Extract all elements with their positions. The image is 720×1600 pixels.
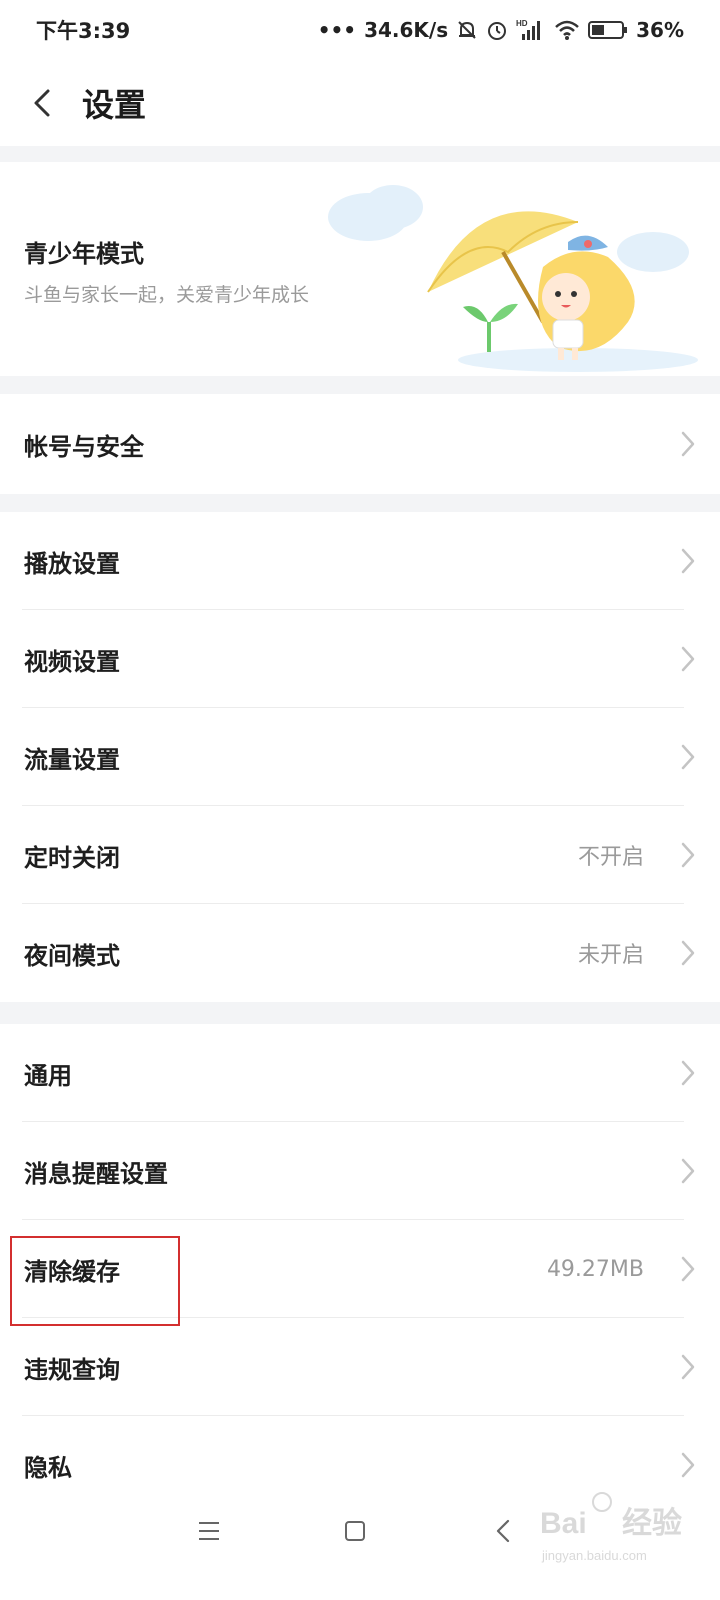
chevron-right-icon	[681, 744, 695, 770]
chevron-right-icon	[681, 842, 695, 868]
home-square-icon[interactable]	[330, 1506, 380, 1556]
row-label: 帐号与安全	[24, 432, 144, 461]
row-label: 违规查询	[24, 1355, 120, 1384]
bell-muted-icon	[456, 19, 478, 41]
page-title: 设置	[82, 86, 147, 124]
settings-row-night-mode[interactable]: 夜间模式 未开启	[0, 904, 720, 1002]
settings-row-violation-query[interactable]: 违规查询	[0, 1318, 720, 1416]
baidu-watermark: Bai 经验 jingyan.baidu.com	[540, 1492, 682, 1563]
highlight-box	[10, 1236, 180, 1326]
row-label: 夜间模式	[24, 941, 120, 970]
account-group: 帐号与安全	[0, 394, 720, 494]
back-arrow-icon[interactable]	[12, 73, 72, 133]
chevron-right-icon	[681, 1452, 695, 1478]
settings-row-general[interactable]: 通用	[0, 1024, 720, 1122]
youth-mode-subtitle: 斗鱼与家长一起，关爱青少年成长	[24, 284, 310, 306]
menu-icon[interactable]	[184, 1506, 234, 1556]
wifi-icon	[554, 19, 580, 41]
row-label: 播放设置	[24, 549, 120, 578]
network-speed: 34.6K/s	[364, 18, 449, 42]
chevron-right-icon	[681, 431, 695, 457]
youth-mode-title: 青少年模式	[24, 240, 144, 268]
row-label: 消息提醒设置	[24, 1159, 168, 1188]
battery-percent: 36%	[636, 18, 684, 42]
more-dots-icon: •••	[317, 18, 357, 42]
status-bar: 下午3:39 ••• 34.6K/s HD 36%	[0, 0, 720, 60]
playback-group: 播放设置 视频设置 流量设置 定时关闭 不开启 夜间模式 未开启	[0, 512, 720, 1002]
chevron-right-icon	[681, 646, 695, 672]
paw-icon	[592, 1492, 612, 1512]
row-label: 流量设置	[24, 745, 120, 774]
signal-icon: HD	[516, 18, 546, 42]
row-label: 通用	[24, 1061, 72, 1090]
settings-row-sleep-timer[interactable]: 定时关闭 不开启	[0, 806, 720, 904]
settings-row-data-usage[interactable]: 流量设置	[0, 708, 720, 806]
settings-row-playback[interactable]: 播放设置	[0, 512, 720, 610]
watermark-url: jingyan.baidu.com	[541, 1548, 647, 1563]
chevron-right-icon	[681, 940, 695, 966]
status-time: 下午3:39	[36, 19, 131, 43]
chevron-right-icon	[681, 1060, 695, 1086]
chevron-right-icon	[681, 1256, 695, 1282]
settings-row-notifications[interactable]: 消息提醒设置	[0, 1122, 720, 1220]
row-label: 定时关闭	[24, 843, 120, 872]
back-triangle-icon[interactable]	[478, 1506, 528, 1556]
chevron-right-icon	[681, 1158, 695, 1184]
row-label: 隐私	[24, 1453, 72, 1482]
umbrella-girl-illustration	[328, 185, 698, 372]
chevron-right-icon	[681, 1354, 695, 1380]
header-bar: 设置	[0, 60, 720, 146]
row-label: 视频设置	[24, 647, 120, 676]
status-icons: ••• 34.6K/s HD 36%	[318, 18, 684, 42]
row-value: 不开启	[577, 845, 644, 870]
watermark-brand2: 经验	[622, 1506, 682, 1540]
alarm-icon	[486, 19, 508, 41]
row-value: 未开启	[577, 943, 644, 968]
settings-row-privacy[interactable]: 隐私	[0, 1416, 720, 1486]
settings-row-account-security[interactable]: 帐号与安全	[0, 394, 720, 494]
signal-hd-label: HD	[516, 19, 528, 28]
battery-icon	[588, 20, 628, 40]
chevron-right-icon	[681, 548, 695, 574]
settings-row-video[interactable]: 视频设置	[0, 610, 720, 708]
watermark-brand: Bai	[540, 1507, 587, 1540]
youth-mode-card[interactable]: 青少年模式 斗鱼与家长一起，关爱青少年成长	[0, 162, 720, 376]
cache-size-value: 49.27MB	[546, 1256, 644, 1282]
